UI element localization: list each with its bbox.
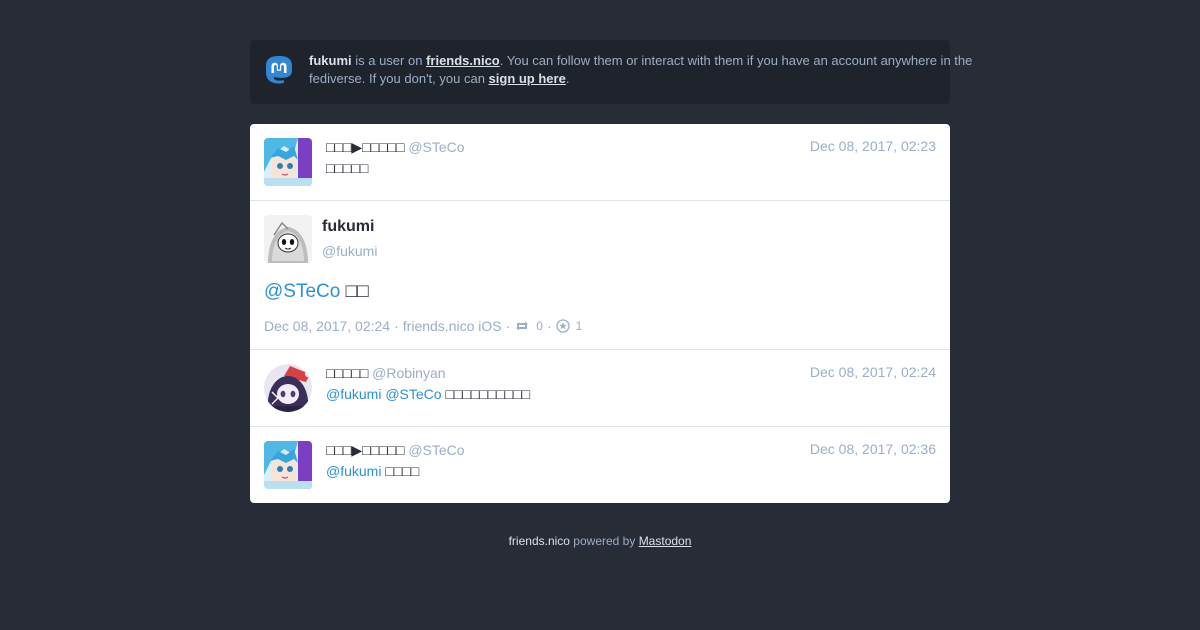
display-name[interactable]: □□□▶□□□□□ [326,442,404,458]
detail-app[interactable]: friends.nico iOS [403,318,502,334]
status-thread: □□□▶□□□□□ @STeCo Dec 08, 2017, 02:23 □□□… [250,124,950,503]
star-icon[interactable] [555,319,570,333]
mention-link[interactable]: @STeCo [264,281,340,302]
mastodon-link[interactable]: Mastodon [639,534,692,548]
status-entry-ancestor[interactable]: □□□▶□□□□□ @STeCo Dec 08, 2017, 02:23 □□□… [250,124,950,201]
mention-link[interactable]: @fukumi [326,386,381,402]
avatar-fukumi[interactable] [264,215,312,263]
detail-content: @STeCo □□ [264,280,369,304]
mention-link[interactable]: @fukumi [326,463,381,479]
status-content: @fukumi □□□□ [326,462,419,480]
banner-text: fukumi is a user on friends.nico. You ca… [309,52,979,88]
status-time[interactable]: Dec 08, 2017, 02:23 [810,138,936,154]
detail-time[interactable]: Dec 08, 2017, 02:24 [264,318,390,334]
retweet-icon[interactable] [514,320,530,332]
banner-text-part-1: is a user on [351,53,427,68]
status-meta: □□□□□ @Robinyan [326,365,446,382]
avatar-robinyan[interactable] [264,364,312,412]
status-content: □□□□□ [326,160,369,176]
avatar-steco[interactable] [264,138,312,186]
status-time[interactable]: Dec 08, 2017, 02:36 [810,441,936,457]
detailed-status: fukumi @fukumi @STeCo □□ Dec 08, 2017, 0… [250,201,950,350]
status-entry-reply[interactable]: □□□□□ @Robinyan Dec 08, 2017, 02:24 @fuk… [250,350,950,427]
status-entry-reply[interactable]: □□□▶□□□□□ @STeCo Dec 08, 2017, 02:36 @fu… [250,427,950,503]
separator: · [505,318,511,334]
separator: · [394,318,399,334]
avatar-steco[interactable] [264,441,312,489]
footer: friends.nico powered by Mastodon [0,534,1200,548]
banner-username: fukumi [309,53,352,68]
banner-text-part-3: . [565,71,570,86]
account-handle[interactable]: @STeCo [408,442,464,458]
account-info-banner: fukumi is a user on friends.nico. You ca… [250,40,972,104]
display-name[interactable]: □□□□□ [326,365,368,381]
status-meta: □□□▶□□□□□ @STeCo [326,442,465,459]
status-content: @fukumi @STeCo □□□□□□□□□□ [326,385,530,403]
reblog-count: 0 [536,319,543,333]
detail-meta: Dec 08, 2017, 02:24 · friends.nico iOS ·… [264,318,582,334]
favourite-count: 1 [575,319,583,333]
footer-powered-by: powered by [569,534,639,548]
instance-link[interactable]: friends.nico [426,53,500,68]
status-meta: □□□▶□□□□□ @STeCo [326,139,465,156]
account-handle[interactable]: @STeCo [408,139,464,155]
status-content-text: □□□□ [385,463,420,479]
footer-instance: friends.nico [508,534,570,548]
display-name[interactable]: □□□▶□□□□□ [326,139,404,155]
mention-link[interactable]: @STeCo [385,386,441,402]
account-handle[interactable]: @Robinyan [372,365,445,381]
separator: · [546,318,552,334]
mastodon-logo-icon [264,55,294,86]
signup-link[interactable]: sign up here [489,71,566,86]
status-content-text: □□□□□□□□□□ [445,386,531,402]
detail-display-name[interactable]: fukumi [322,218,374,236]
detail-content-text: □□ [345,281,369,302]
status-time[interactable]: Dec 08, 2017, 02:24 [810,364,936,380]
detail-account-handle[interactable]: @fukumi [322,243,377,259]
